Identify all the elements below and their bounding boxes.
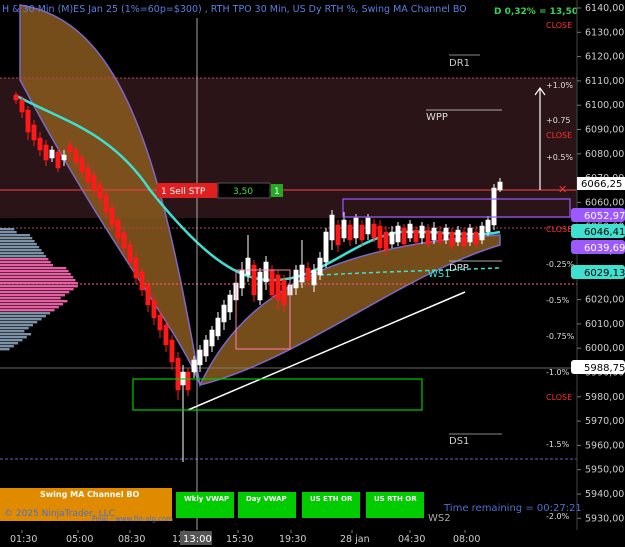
price-box-label: 6039,69 xyxy=(584,243,625,254)
svg-text:6066,25: 6066,25 xyxy=(581,179,622,190)
close-label-mid: CLOSE xyxy=(546,131,572,140)
price-box-label: 6046,41 xyxy=(584,227,625,238)
crosshair-time-label: 13:00 xyxy=(180,531,212,545)
price-tick: 6090,00 xyxy=(585,125,624,136)
price-box-label: 5988,75 xyxy=(584,363,625,374)
time-tick: 04:30 xyxy=(398,534,425,545)
current-price-box: 6066,25 xyxy=(577,177,625,190)
price-tick: 6080,00 xyxy=(585,149,624,160)
ds1-label: DS1 xyxy=(449,436,469,447)
website-text: Final - www.fin-alg.com xyxy=(92,515,173,523)
close-label-lower: CLOSE xyxy=(546,225,572,234)
time-tick: 08:00 xyxy=(453,534,480,545)
chart-title: H & 30 Min (M)ES Jan 25 (1%=60p=$300) , … xyxy=(2,4,467,15)
svg-text:Day VWAP: Day VWAP xyxy=(246,495,287,503)
ws2-label: WS2 xyxy=(428,513,451,524)
percent-label: -0.25% xyxy=(546,260,575,269)
percent-label: +0.75 xyxy=(546,116,571,125)
time-tick: 01:30 xyxy=(10,534,37,545)
price-tick: 5950,00 xyxy=(585,465,624,476)
ws1-label: WS1 xyxy=(428,269,451,280)
percent-label: +1.0% xyxy=(546,81,573,90)
percent-label: -1.0% xyxy=(546,368,570,377)
price-tick: 5930,00 xyxy=(585,513,624,524)
wpp-label: WPP xyxy=(426,112,448,123)
toggle-button-day-vwap[interactable]: Day VWAP xyxy=(238,492,296,518)
percent-label: +0.5% xyxy=(546,153,573,162)
price-tick: 6060,00 xyxy=(585,197,624,208)
percent-label: -0.75% xyxy=(546,332,575,341)
time-tick: 08:30 xyxy=(118,534,145,545)
percent-label: -0.5% xyxy=(546,296,570,305)
time-tick: 28 jan xyxy=(340,534,370,545)
toggle-button-us-rth-or[interactable]: US RTH OR xyxy=(366,492,424,518)
toggle-button-us-eth-or[interactable]: US ETH OR xyxy=(302,492,360,518)
dr1-label: DR1 xyxy=(449,58,470,69)
price-tick: 6110,00 xyxy=(585,76,624,87)
delta-readout: D 0,32% = 13,50 xyxy=(494,7,578,17)
svg-text:US RTH OR: US RTH OR xyxy=(374,495,417,503)
price-tick: 6000,00 xyxy=(585,343,624,354)
close-label-top: CLOSE xyxy=(546,21,572,30)
time-remaining: Time remaining = 00:27:21 xyxy=(443,503,582,514)
time-tick: 15:30 xyxy=(226,534,253,545)
price-tick: 6130,00 xyxy=(585,27,624,38)
time-tick: 19:30 xyxy=(279,534,306,545)
price-tick: 6140,00 xyxy=(585,3,624,14)
svg-text:13:00: 13:00 xyxy=(183,534,212,545)
sell-stop-order[interactable]: 1 Sell STP 3,50 1 xyxy=(157,182,283,199)
price-tick: 5960,00 xyxy=(585,440,624,451)
x-marker-icon: ✕ xyxy=(558,183,567,196)
close-label-bottom: CLOSE xyxy=(546,393,572,402)
time-tick: 05:00 xyxy=(66,534,93,545)
dpp-label: DPP xyxy=(449,263,469,274)
price-tick: 6020,00 xyxy=(585,295,624,306)
sell-stop-qty[interactable]: 1 xyxy=(274,187,280,197)
chart-canvas[interactable]: DR1 WPP DPP WS1 DS1 WS2 +1.0% +0.75 +0.5% -… xyxy=(0,0,625,547)
price-box-label: 6052,97 xyxy=(584,211,625,222)
svg-text:US ETH OR: US ETH OR xyxy=(310,495,353,503)
sell-stop-value[interactable]: 3,50 xyxy=(233,187,253,197)
sell-stop-label[interactable]: 1 Sell STP xyxy=(161,187,206,197)
price-tick: 6010,00 xyxy=(585,319,624,330)
price-tick: 6100,00 xyxy=(585,100,624,111)
toggle-button-wkly-vwap[interactable]: Wkly VWAP xyxy=(176,492,234,518)
price-tick: 5940,00 xyxy=(585,489,624,500)
price-tick: 5980,00 xyxy=(585,392,624,403)
percent-label: -1.5% xyxy=(546,440,570,449)
svg-text:Swing MA Channel BO: Swing MA Channel BO xyxy=(40,490,139,499)
price-tick: 6120,00 xyxy=(585,52,624,63)
volume-profile xyxy=(0,228,78,351)
svg-text:Wkly VWAP: Wkly VWAP xyxy=(184,495,229,503)
price-tick: 5970,00 xyxy=(585,416,624,427)
price-box-label: 6029,13 xyxy=(584,268,625,279)
